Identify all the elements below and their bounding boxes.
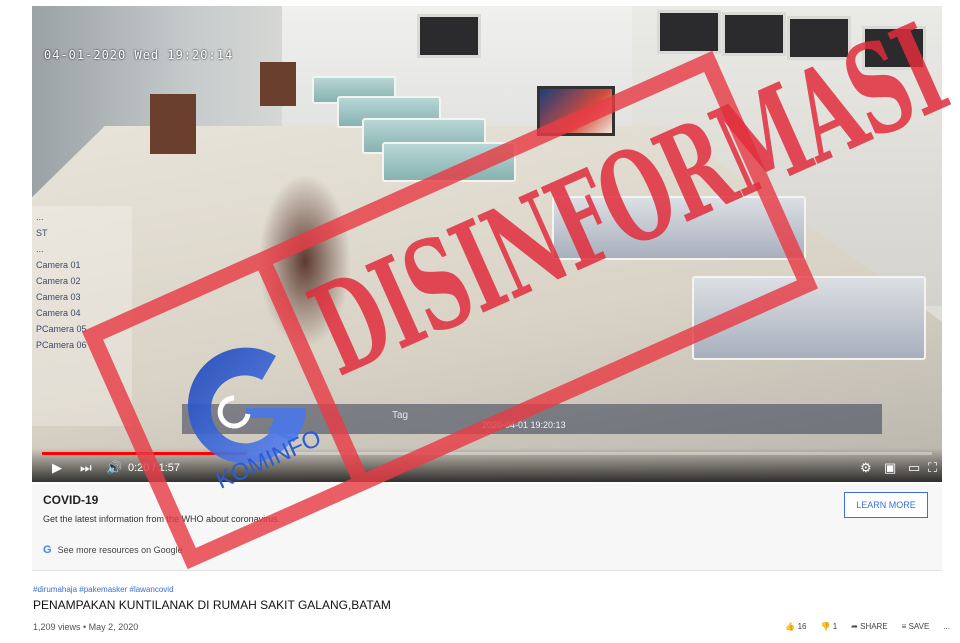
next-icon[interactable]: ⏭ bbox=[80, 461, 92, 475]
hashtags[interactable]: #dirumahaja #pakemasker #lawancovid bbox=[33, 585, 174, 594]
save-label: SAVE bbox=[908, 622, 930, 631]
view-count-date: 1,209 views • May 2, 2020 bbox=[33, 622, 139, 632]
camera-list-item: ST bbox=[36, 228, 48, 238]
share-button[interactable]: ➦ SHARE bbox=[851, 622, 888, 631]
door bbox=[260, 62, 296, 106]
door bbox=[150, 94, 196, 154]
cctv-timestamp: 04-01-2020 Wed 19:20:14 bbox=[44, 48, 234, 62]
window bbox=[417, 14, 481, 58]
camera-list-item: ... bbox=[36, 212, 44, 222]
camera-list-item: Camera 03 bbox=[36, 292, 81, 302]
info-panel-title: COVID-19 bbox=[43, 493, 99, 507]
volume-icon[interactable]: 🔊 bbox=[106, 461, 122, 475]
save-button[interactable]: ≡ SAVE bbox=[902, 622, 930, 631]
thumbs-up-icon: 👍 bbox=[785, 622, 796, 631]
window bbox=[722, 12, 786, 56]
camera-list-item: ... bbox=[36, 244, 44, 254]
fullscreen-icon[interactable]: ⛶ bbox=[928, 461, 937, 475]
camera-list-item: Camera 01 bbox=[36, 260, 81, 270]
theater-icon[interactable]: ▭ bbox=[908, 461, 920, 475]
more-resources-link[interactable]: G See more resources on Google bbox=[43, 544, 183, 556]
video-actions: 👍 16 👎 1 ➦ SHARE ≡ SAVE ... bbox=[785, 622, 950, 631]
learn-more-button[interactable]: LEARN MORE bbox=[844, 492, 928, 518]
gear-icon[interactable]: ⚙ bbox=[860, 461, 872, 475]
google-icon: G bbox=[43, 544, 52, 556]
more-button[interactable]: ... bbox=[943, 622, 950, 631]
camera-list-item: Camera 02 bbox=[36, 276, 81, 286]
more-resources-label: See more resources on Google bbox=[57, 545, 183, 555]
window bbox=[657, 10, 721, 54]
like-button[interactable]: 👍 16 bbox=[785, 622, 806, 631]
miniplayer-icon[interactable]: ▣ bbox=[884, 461, 896, 475]
more-icon: ... bbox=[943, 622, 950, 631]
share-icon: ➦ bbox=[851, 622, 858, 631]
like-count: 16 bbox=[797, 622, 807, 631]
share-label: SHARE bbox=[860, 622, 888, 631]
thumbs-down-icon: 👎 bbox=[820, 622, 831, 631]
save-icon: ≡ bbox=[901, 622, 907, 631]
play-icon[interactable]: ▶ bbox=[52, 461, 62, 475]
video-title: PENAMPAKAN KUNTILANAK DI RUMAH SAKIT GAL… bbox=[33, 598, 391, 612]
dislike-button[interactable]: 👎 1 bbox=[821, 622, 838, 631]
dislike-count: 1 bbox=[832, 622, 838, 631]
